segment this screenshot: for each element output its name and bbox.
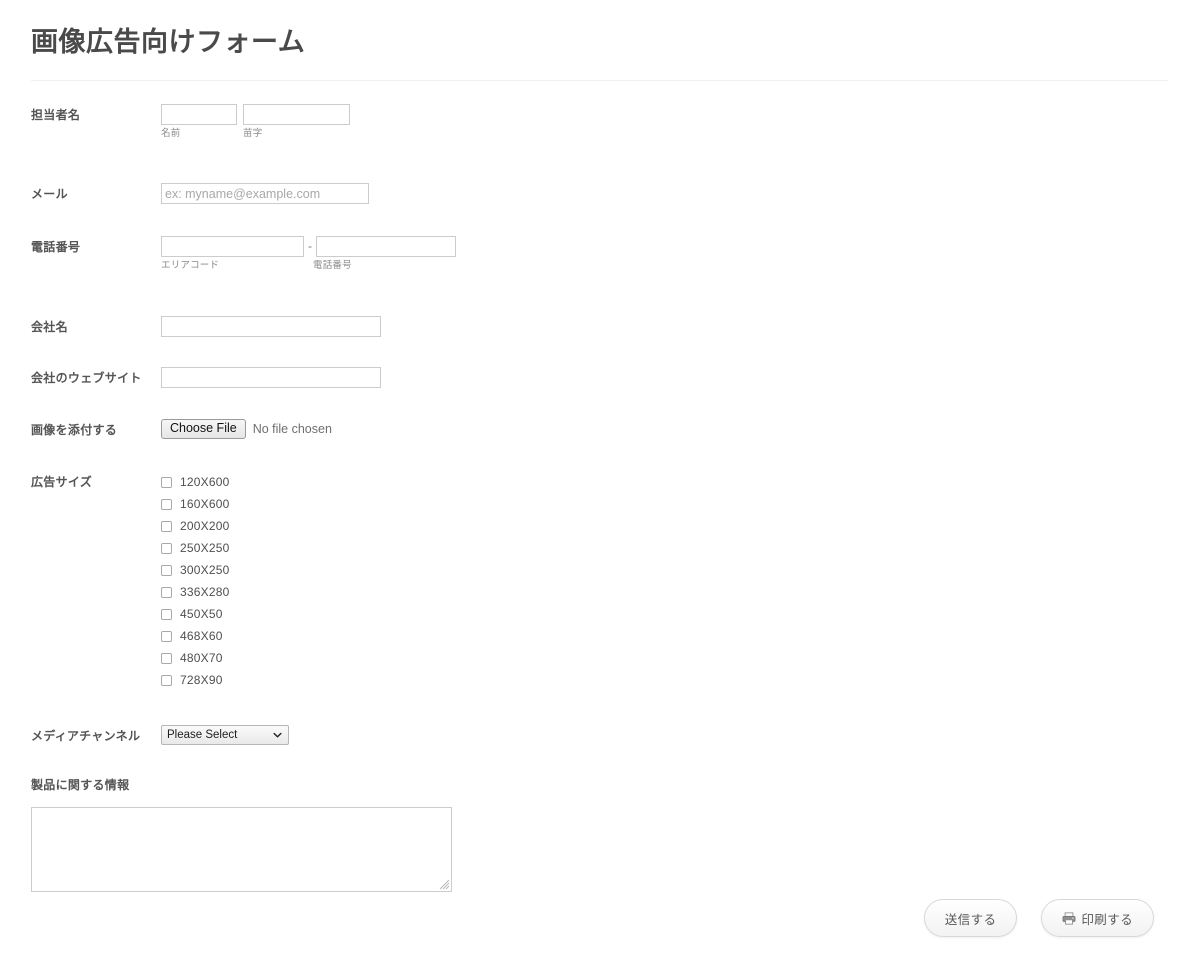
field-person-name: 名前 苗字 — [161, 104, 1200, 140]
ad-size-checkbox-item[interactable]: 200X200 — [161, 515, 1200, 537]
ad-size-checkbox-list: 120X600 160X600 200X200 250X250 300X250 336X2… — [161, 471, 1200, 691]
checkbox-box[interactable] — [161, 498, 172, 510]
ad-size-checkbox-item[interactable]: 450X50 — [161, 603, 1200, 625]
choose-file-button[interactable]: Choose File — [161, 419, 246, 440]
ad-size-checkbox-item[interactable]: 120X600 — [161, 471, 1200, 493]
last-name-input[interactable] — [243, 104, 350, 126]
submit-button[interactable]: 送信する — [923, 899, 1018, 937]
field-email — [161, 183, 1200, 205]
label-email: メール — [31, 187, 68, 202]
first-name-input[interactable] — [161, 104, 237, 126]
media-channel-select[interactable]: Please Select — [161, 725, 289, 746]
form-header: 画像広告向けフォーム — [0, 0, 1200, 58]
label-ad-size: 広告サイズ — [31, 475, 93, 490]
form-page: 画像広告向けフォーム 担当者名 名前 苗字 メール 電話番号 — [0, 0, 1200, 967]
field-attachment: Choose File No file chosen — [161, 419, 1200, 440]
file-upload-widget[interactable]: Choose File No file chosen — [161, 419, 1200, 440]
label-attachment: 画像を添付する — [31, 423, 118, 438]
checkbox-box[interactable] — [161, 674, 172, 686]
label-company: 会社名 — [31, 320, 68, 335]
field-website — [161, 367, 1200, 389]
label-person-name: 担当者名 — [31, 108, 81, 123]
label-phone: 電話番号 — [31, 240, 81, 255]
media-channel-select-wrap: Please Select — [161, 725, 289, 746]
file-status-text: No file chosen — [252, 422, 332, 437]
row-attachment: 画像を添付する Choose File No file chosen — [0, 419, 1200, 440]
ad-size-checkbox-item[interactable]: 250X250 — [161, 537, 1200, 559]
checkbox-label: 468X60 — [180, 629, 223, 644]
ad-size-checkbox-item[interactable]: 480X70 — [161, 647, 1200, 669]
area-code-sublabel: エリアコード — [161, 260, 220, 272]
ad-size-checkbox-item[interactable]: 336X280 — [161, 581, 1200, 603]
print-button-label: 印刷する — [1081, 912, 1133, 927]
footer-actions: 送信する 印刷する — [0, 899, 1200, 937]
checkbox-label: 336X280 — [180, 585, 230, 600]
label-media-channel: メディアチャンネル — [31, 729, 141, 744]
row-media-channel: メディアチャンネル Please Select — [0, 725, 1200, 746]
checkbox-box[interactable] — [161, 630, 172, 642]
ad-size-checkbox-item[interactable]: 728X90 — [161, 669, 1200, 691]
checkbox-box[interactable] — [161, 564, 172, 576]
first-name-sublabel: 名前 — [161, 128, 181, 140]
phone-number-input[interactable] — [316, 236, 456, 258]
print-button[interactable]: 印刷する — [1041, 899, 1154, 937]
checkbox-box[interactable] — [161, 476, 172, 488]
ad-size-checkbox-item[interactable]: 300X250 — [161, 559, 1200, 581]
checkbox-label: 200X200 — [180, 519, 230, 534]
row-email: メール — [0, 183, 1200, 205]
page-title: 画像広告向けフォーム — [31, 27, 306, 57]
checkbox-box[interactable] — [161, 608, 172, 620]
block-product-info: 製品に関する情報 — [0, 777, 1200, 897]
row-person-name: 担当者名 名前 苗字 — [0, 104, 1200, 140]
field-media-channel: Please Select — [161, 725, 1200, 746]
checkbox-label: 160X600 — [180, 497, 230, 512]
last-name-sublabel: 苗字 — [243, 128, 263, 140]
label-product-info: 製品に関する情報 — [31, 778, 130, 793]
row-website: 会社のウェブサイト — [0, 367, 1200, 389]
printer-icon — [1062, 911, 1076, 925]
label-website: 会社のウェブサイト — [31, 371, 142, 386]
field-ad-size: 120X600 160X600 200X200 250X250 300X250 336X2… — [161, 471, 1200, 691]
checkbox-box[interactable] — [161, 542, 172, 554]
checkbox-label: 480X70 — [180, 651, 223, 666]
checkbox-label: 728X90 — [180, 673, 223, 688]
website-input[interactable] — [161, 367, 381, 389]
checkbox-label: 450X50 — [180, 607, 223, 622]
row-phone: 電話番号 - エリアコード 電話番号 — [0, 236, 1200, 272]
email-input[interactable] — [161, 183, 369, 205]
checkbox-label: 120X600 — [180, 475, 230, 490]
checkbox-box[interactable] — [161, 652, 172, 664]
checkbox-label: 250X250 — [180, 541, 230, 556]
ad-size-checkbox-item[interactable]: 160X600 — [161, 493, 1200, 515]
field-phone: - エリアコード 電話番号 — [161, 236, 1200, 272]
area-code-input[interactable] — [161, 236, 304, 258]
header-divider — [31, 80, 1168, 82]
phone-separator: - — [308, 239, 312, 254]
product-info-textarea[interactable] — [31, 807, 452, 893]
field-company — [161, 316, 1200, 338]
row-ad-size: 広告サイズ 120X600 160X600 200X200 250X250 300X25… — [0, 471, 1200, 691]
row-company: 会社名 — [0, 316, 1200, 338]
checkbox-box[interactable] — [161, 520, 172, 532]
submit-button-label: 送信する — [944, 912, 997, 927]
company-input[interactable] — [161, 316, 381, 338]
product-info-wrap — [31, 807, 452, 893]
checkbox-box[interactable] — [161, 586, 172, 598]
phone-number-sublabel: 電話番号 — [313, 260, 352, 272]
checkbox-label: 300X250 — [180, 563, 230, 578]
ad-size-checkbox-item[interactable]: 468X60 — [161, 625, 1200, 647]
